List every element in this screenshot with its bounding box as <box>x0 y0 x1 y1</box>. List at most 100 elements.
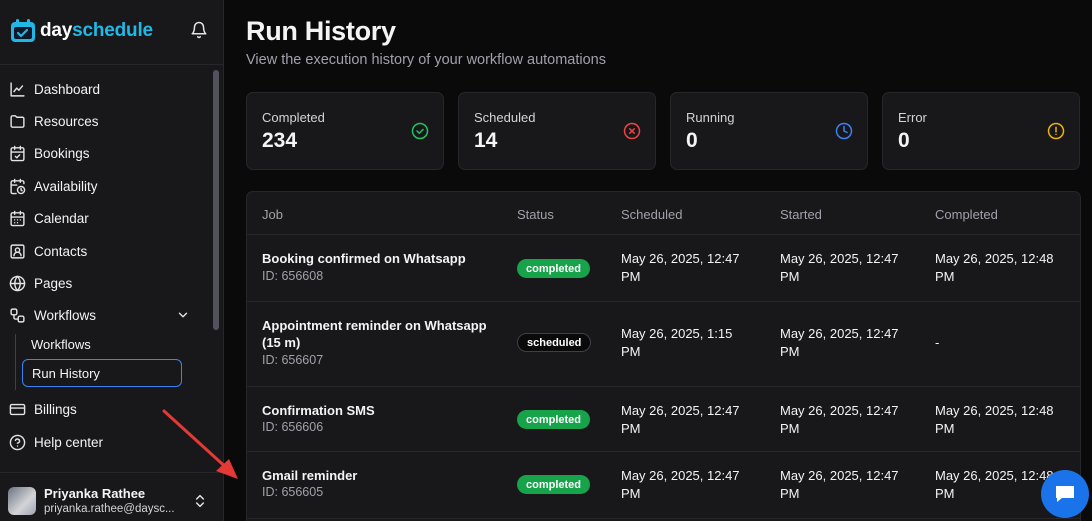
sidebar-subitem-run-history[interactable]: Run History <box>22 359 182 387</box>
column-header-started[interactable]: Started <box>780 207 822 222</box>
divider <box>0 64 224 65</box>
job-id: ID: 656606 <box>262 420 324 434</box>
calendar-clock-icon <box>8 177 26 195</box>
status-badge: completed <box>517 259 591 278</box>
sidebar-item-label: Dashboard <box>34 81 101 97</box>
avatar <box>8 487 36 515</box>
column-header-status[interactable]: Status <box>517 207 554 222</box>
table-row[interactable]: Gmail reminder ID: 656605 completed May … <box>247 452 1080 518</box>
notifications-button[interactable] <box>190 21 208 44</box>
sidebar-item-label: Billings <box>34 401 77 417</box>
calendar-check-icon <box>8 144 26 162</box>
started-time: May 26, 2025, 12:47 PM <box>780 468 899 501</box>
page-title: Run History <box>246 16 396 46</box>
scheduled-time: May 26, 2025, 12:47 PM <box>621 251 740 284</box>
brand-name: dayschedule <box>40 20 153 41</box>
started-time: May 26, 2025, 12:47 PM <box>780 403 899 436</box>
contact-card-icon <box>8 242 26 260</box>
stat-card-completed: Completed 234 <box>246 92 444 170</box>
sidebar-item-resources[interactable]: Resources <box>8 106 200 136</box>
credit-card-icon <box>8 400 26 418</box>
sidebar-subitem-label: Run History <box>32 365 100 381</box>
scheduled-time: May 26, 2025, 12:47 PM <box>621 403 740 436</box>
x-circle-icon <box>623 122 641 145</box>
table-row[interactable]: Confirmation SMS ID: 656606 completed Ma… <box>247 387 1080 451</box>
sidebar-item-bookings[interactable]: Bookings <box>8 138 200 168</box>
sidebar-scrollbar[interactable] <box>211 70 221 388</box>
table-row[interactable]: Booking confirmed on Whatsapp ID: 656608… <box>247 235 1080 301</box>
started-time: May 26, 2025, 12:47 PM <box>780 326 899 359</box>
job-name: Gmail reminder <box>262 468 358 483</box>
table-row[interactable]: Appointment reminder on Whatsapp (15 m) … <box>247 302 1080 386</box>
sidebar-item-calendar[interactable]: Calendar <box>8 203 200 233</box>
help-circle-icon <box>8 433 26 451</box>
stat-value: 234 <box>262 129 298 152</box>
user-email: priyanka.rathee@daysc... <box>44 503 175 515</box>
sidebar-item-pages[interactable]: Pages <box>8 268 200 298</box>
column-header-completed[interactable]: Completed <box>935 207 998 222</box>
column-header-job[interactable]: Job <box>262 207 283 222</box>
stat-label: Scheduled <box>474 110 536 125</box>
folder-icon <box>8 112 26 130</box>
completed-time: - <box>935 335 940 350</box>
page-subtitle: View the execution history of your workf… <box>246 52 606 68</box>
main-content: Run History View the execution history o… <box>224 0 1092 521</box>
job-name: Appointment reminder on Whatsapp (15 m) <box>262 318 487 350</box>
brand-logo[interactable]: dayschedule <box>10 16 153 46</box>
chevrons-up-down-icon[interactable] <box>192 491 208 516</box>
alert-circle-icon <box>1047 122 1065 145</box>
status-badge: scheduled <box>517 333 592 352</box>
annotation-arrow-icon <box>162 409 238 479</box>
globe-icon <box>8 274 26 292</box>
scheduled-time: May 26, 2025, 1:15 PM <box>621 326 733 359</box>
sidebar-item-availability[interactable]: Availability <box>8 171 200 201</box>
stat-card-running: Running 0 <box>670 92 868 170</box>
completed-time: May 26, 2025, 12:48 PM <box>935 251 1054 284</box>
sidebar-subitem-workflows[interactable]: Workflows <box>22 330 182 358</box>
run-history-table: Job Status Scheduled Started Completed B… <box>246 191 1081 521</box>
sidebar-item-label: Calendar <box>34 210 89 226</box>
check-circle-icon <box>411 122 429 145</box>
sidebar-item-dashboard[interactable]: Dashboard <box>8 74 200 104</box>
sidebar-item-label: Availability <box>34 178 98 194</box>
user-menu[interactable]: Priyanka Rathee priyanka.rathee@daysc... <box>8 484 214 518</box>
status-badge: completed <box>517 475 591 494</box>
job-name: Confirmation SMS <box>262 403 375 418</box>
sidebar-item-label: Workflows <box>34 307 97 323</box>
clock-icon <box>835 122 853 145</box>
sidebar-item-label: Resources <box>34 113 99 129</box>
app-root: dayschedule Dashboard Resources Bookings… <box>0 0 1092 521</box>
bell-icon <box>191 21 207 39</box>
user-name: Priyanka Rathee <box>44 486 146 501</box>
column-header-scheduled[interactable]: Scheduled <box>621 207 682 222</box>
stat-value: 14 <box>474 129 498 152</box>
job-id: ID: 656608 <box>262 269 324 283</box>
sidebar-subitem-label: Workflows <box>31 336 91 352</box>
workflow-icon <box>8 306 26 324</box>
stat-card-scheduled: Scheduled 14 <box>458 92 656 170</box>
stat-label: Completed <box>262 110 325 125</box>
job-id: ID: 656605 <box>262 485 324 499</box>
calendar-logo-icon <box>11 19 35 42</box>
sidebar-item-label: Help center <box>34 434 104 450</box>
chat-bubble-icon <box>1056 486 1074 502</box>
scrollbar-thumb[interactable] <box>213 70 219 330</box>
chat-widget-button[interactable] <box>1041 470 1089 518</box>
sidebar-item-contacts[interactable]: Contacts <box>8 236 200 266</box>
stat-label: Running <box>686 110 735 125</box>
chevron-down-icon[interactable] <box>176 308 190 325</box>
chart-line-icon <box>8 80 26 98</box>
completed-time: May 26, 2025, 12:48 PM <box>935 468 1054 501</box>
stat-value: 0 <box>898 129 910 152</box>
stat-card-error: Error 0 <box>882 92 1080 170</box>
calendar-icon <box>8 209 26 227</box>
started-time: May 26, 2025, 12:47 PM <box>780 251 899 284</box>
scheduled-time: May 26, 2025, 12:47 PM <box>621 468 740 501</box>
sidebar-item-workflows[interactable]: Workflows <box>8 300 200 330</box>
divider <box>247 518 1080 519</box>
sidebar-item-label: Pages <box>34 275 73 291</box>
job-name: Booking confirmed on Whatsapp <box>262 251 466 266</box>
job-id: ID: 656607 <box>262 353 324 367</box>
completed-time: May 26, 2025, 12:48 PM <box>935 403 1054 436</box>
stat-label: Error <box>898 110 927 125</box>
